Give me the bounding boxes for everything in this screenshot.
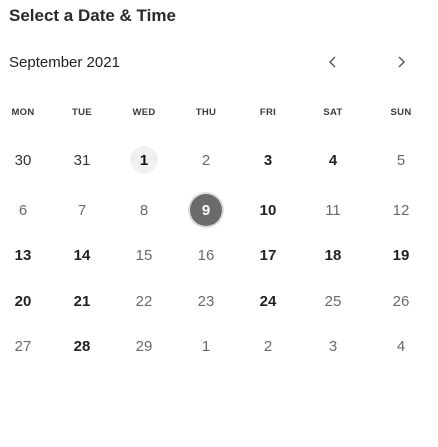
calendar-day-muted[interactable]: 26: [384, 284, 418, 318]
calendar-day-muted[interactable]: 6: [6, 193, 40, 227]
calendar-day-muted[interactable]: 3: [316, 329, 350, 363]
calendar-week-row: 6 7 8 9 10 11 12: [0, 194, 438, 240]
calendar-day-muted[interactable]: 27: [6, 329, 40, 363]
calendar-week-row: 13 14 15 16 17 18 19: [0, 247, 438, 285]
calendar-week-row: 30 31 1 2 3 4 5: [0, 146, 438, 190]
calendar-week-row: 20 21 22 23 24 25 26: [0, 293, 438, 331]
calendar-day-muted[interactable]: 7: [65, 193, 99, 227]
calendar-week-row: 27 28 29 1 2 3 4: [0, 338, 438, 376]
calendar-day-active[interactable]: 18: [316, 238, 350, 272]
calendar-day-active[interactable]: 17: [251, 238, 285, 272]
weekday-sat: SAT: [323, 107, 343, 118]
calendar-day-active[interactable]: 19: [384, 238, 418, 272]
calendar-day-muted[interactable]: 15: [127, 238, 161, 272]
calendar-day-active[interactable]: 4: [316, 143, 350, 177]
calendar-day-active[interactable]: 28: [65, 329, 99, 363]
calendar-day-active[interactable]: 21: [65, 284, 99, 318]
calendar-day-muted[interactable]: 16: [189, 238, 223, 272]
calendar-day-muted[interactable]: 2: [251, 329, 285, 363]
page-title: Select a Date & Time: [9, 6, 176, 25]
chevron-right-icon: [398, 56, 405, 68]
calendar-day-active[interactable]: 13: [6, 238, 40, 272]
chevron-left-icon: [329, 56, 336, 68]
calendar-day-outside: 31: [73, 151, 91, 169]
weekday-wed: WED: [132, 107, 156, 118]
calendar-day-muted[interactable]: 8: [127, 193, 161, 227]
calendar-day-muted[interactable]: 29: [127, 329, 161, 363]
weekday-thu: THU: [195, 107, 217, 118]
calendar-day-muted[interactable]: 11: [316, 193, 350, 227]
calendar-day-muted[interactable]: 23: [189, 284, 223, 318]
weekday-sun: SUN: [390, 107, 412, 118]
calendar-day-selected[interactable]: 9: [190, 194, 222, 226]
calendar-day-current[interactable]: 1: [130, 146, 158, 174]
calendar-day-muted[interactable]: 25: [316, 284, 350, 318]
calendar-day-muted[interactable]: 2: [189, 143, 223, 177]
calendar-day-active[interactable]: 10: [251, 193, 285, 227]
calendar-day-active[interactable]: 20: [6, 284, 40, 318]
calendar-day-active[interactable]: 3: [251, 143, 285, 177]
calendar-day-active[interactable]: 24: [251, 284, 285, 318]
calendar-day-active[interactable]: 14: [65, 238, 99, 272]
weekday-mon: MON: [11, 107, 35, 118]
weekday-header-row: MON TUE WED THU FRI SAT SUN: [0, 106, 438, 136]
calendar-day-muted[interactable]: 1: [189, 329, 223, 363]
calendar-day-muted[interactable]: 22: [127, 284, 161, 318]
calendar-day-muted[interactable]: 12: [384, 193, 418, 227]
weekday-tue: TUE: [72, 107, 92, 118]
calendar-day-outside: 30: [14, 151, 32, 169]
weekday-fri: FRI: [259, 107, 277, 118]
calendar-day-muted[interactable]: 4: [384, 329, 418, 363]
month-label: September 2021: [9, 54, 120, 71]
calendar-day-muted[interactable]: 5: [384, 143, 418, 177]
prev-month-button[interactable]: [323, 52, 343, 72]
next-month-button[interactable]: [391, 52, 411, 72]
